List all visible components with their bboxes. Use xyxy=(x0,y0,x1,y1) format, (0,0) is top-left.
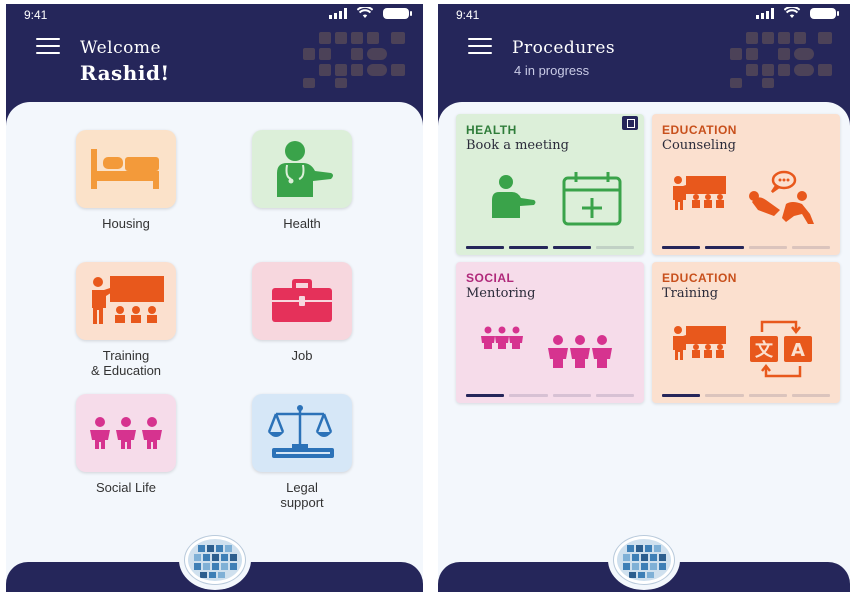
status-bar: 9:41 xyxy=(6,4,423,26)
progress-bar xyxy=(662,394,830,397)
battery-icon xyxy=(810,7,839,19)
progress-step xyxy=(748,394,787,397)
progress-step xyxy=(595,246,634,249)
status-bar: 9:41 xyxy=(438,4,850,26)
progress-step xyxy=(791,394,830,397)
tile-health[interactable]: Health xyxy=(250,130,354,231)
doctor-icon xyxy=(277,141,333,197)
progress-step xyxy=(509,394,548,397)
procedures-screen: 9:41 Procedures 4 in progress HEALTH Boo… xyxy=(438,4,850,592)
home-screen: 9:41 Welcome Rashid! Housing Health Trai… xyxy=(6,4,423,592)
progress-step xyxy=(662,394,701,397)
card-title: Mentoring xyxy=(466,286,536,301)
progress-step xyxy=(748,246,787,249)
tile-label: Housing xyxy=(102,216,150,231)
procedure-card-counseling[interactable]: EDUCATION Counseling xyxy=(652,114,840,255)
briefcase-icon xyxy=(272,279,332,322)
tile-training-education[interactable]: Training & Education xyxy=(74,262,178,378)
tile-label: Health xyxy=(283,216,321,231)
scales-icon xyxy=(267,405,334,458)
menu-icon[interactable] xyxy=(36,38,60,56)
translation-icon: 文 A xyxy=(673,320,812,378)
user-name: Rashid! xyxy=(80,61,170,85)
counseling-icon xyxy=(673,170,814,224)
card-title: Book a meeting xyxy=(466,138,569,153)
mentoring-icon xyxy=(481,326,612,368)
progress-step xyxy=(552,394,591,397)
tile-job[interactable]: Job xyxy=(250,262,354,363)
card-category: EDUCATION xyxy=(662,123,737,137)
svg-text:文: 文 xyxy=(755,339,774,361)
card-title: Training xyxy=(662,286,719,301)
card-category: HEALTH xyxy=(466,123,517,137)
globe-logo-icon xyxy=(184,536,245,584)
progress-bar xyxy=(662,246,830,249)
status-time: 9:41 xyxy=(456,8,480,22)
menu-icon[interactable] xyxy=(468,38,492,56)
battery-icon xyxy=(383,7,412,19)
home-button[interactable] xyxy=(608,530,680,590)
progress-step xyxy=(595,394,634,397)
tile-housing[interactable]: Housing xyxy=(74,130,178,231)
progress-step xyxy=(466,246,505,249)
service-grid: Housing Health Training & Education Job … xyxy=(6,102,423,592)
classroom-icon xyxy=(92,276,164,324)
procedure-card-training[interactable]: EDUCATION Training 文 A xyxy=(652,262,840,403)
card-category: EDUCATION xyxy=(662,271,737,285)
people-icon xyxy=(90,417,162,449)
card-category: SOCIAL xyxy=(466,271,515,285)
globe-logo-icon xyxy=(614,536,674,584)
tile-legal-support[interactable]: Legal support xyxy=(250,394,354,510)
bookmark-icon[interactable] xyxy=(622,116,638,130)
progress-bar xyxy=(466,394,634,397)
tile-label: Training & Education xyxy=(90,348,162,378)
progress-step xyxy=(662,246,701,249)
wifi-icon xyxy=(784,7,800,18)
tile-label: Job xyxy=(291,348,313,363)
brand-pattern-icon xyxy=(303,32,405,88)
page-subtitle: 4 in progress xyxy=(514,63,590,78)
bed-icon xyxy=(91,149,159,189)
progress-bar xyxy=(466,246,634,249)
doctor-calendar-icon xyxy=(492,172,622,226)
svg-text:A: A xyxy=(791,340,805,361)
progress-step xyxy=(466,394,505,397)
progress-step xyxy=(705,394,744,397)
progress-step xyxy=(791,246,830,249)
progress-step xyxy=(509,246,548,249)
procedure-card-mentoring[interactable]: SOCIAL Mentoring xyxy=(456,262,644,403)
tile-social-life[interactable]: Social Life xyxy=(74,394,178,495)
procedure-list: HEALTH Book a meeting EDUCATION Counseli… xyxy=(438,102,850,592)
procedure-card-health[interactable]: HEALTH Book a meeting xyxy=(456,114,644,255)
progress-step xyxy=(705,246,744,249)
wifi-icon xyxy=(357,7,373,18)
signal-icon xyxy=(756,7,774,19)
brand-pattern-icon xyxy=(730,32,832,88)
greeting-text: Welcome xyxy=(80,38,162,58)
home-button[interactable] xyxy=(178,530,251,590)
page-title: Procedures xyxy=(512,38,616,58)
card-title: Counseling xyxy=(662,138,736,153)
signal-icon xyxy=(329,7,347,19)
status-time: 9:41 xyxy=(24,8,48,22)
tile-label: Social Life xyxy=(96,480,156,495)
progress-step xyxy=(552,246,591,249)
tile-label: Legal support xyxy=(280,480,324,510)
